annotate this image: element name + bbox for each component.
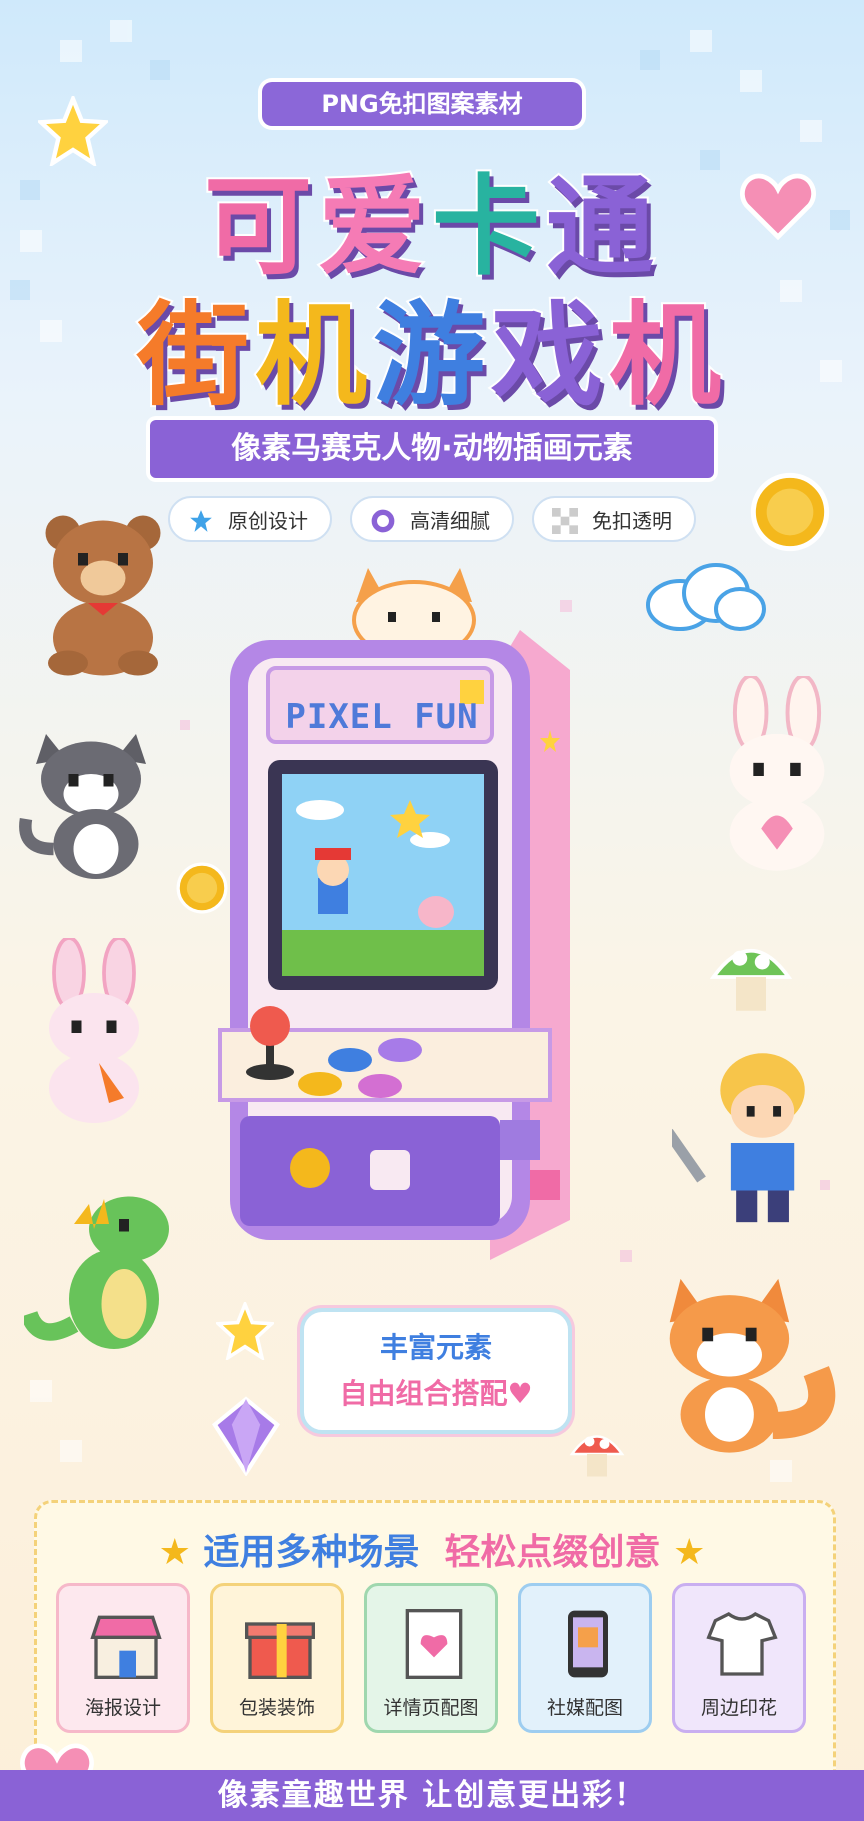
scene-label: 社媒配图 xyxy=(546,1697,623,1719)
checker-icon xyxy=(552,508,578,534)
scene-card-packaging: 包装装饰 xyxy=(210,1583,344,1733)
title-char: 街 xyxy=(135,289,255,423)
notebook-icon xyxy=(405,1609,463,1679)
arcade-marquee: PIXEL FUN xyxy=(285,697,479,737)
feature-label: 免扣透明 xyxy=(592,509,672,533)
title-char: 机 xyxy=(607,289,727,423)
scenes-title-right: 轻松点缀创意 xyxy=(444,1532,661,1573)
title-line-2: 街机游戏机 xyxy=(0,265,864,427)
footer-banner: 像素童趣世界 让创意更出彩！ xyxy=(0,1770,864,1821)
green-mushroom-icon xyxy=(709,949,793,1011)
scene-card-detail: 详情页配图 xyxy=(364,1583,498,1733)
grey-cat-sprite xyxy=(19,734,146,879)
scenes-title: ★ 适用多种场景 轻松点缀创意 ★ xyxy=(0,1523,864,1575)
red-mushroom-icon xyxy=(569,1435,625,1477)
subtitle-banner: 像素马赛克人物·动物插画元素 xyxy=(150,420,714,478)
star-icon: ★ xyxy=(660,1532,706,1573)
bubble-line-2: 自由组合搭配♥ xyxy=(339,1377,533,1410)
scene-label: 周边印花 xyxy=(700,1697,777,1719)
png-tag: PNG免扣图案素材 xyxy=(262,82,582,126)
arcade-cabinet xyxy=(218,568,570,1260)
scene-card-merch: 周边印花 xyxy=(672,1583,806,1733)
gem-icon xyxy=(212,1396,280,1476)
phone-icon xyxy=(568,1610,608,1678)
star-icon xyxy=(38,96,108,166)
scene-card-social: 社媒配图 xyxy=(518,1583,652,1733)
dinosaur-sprite xyxy=(24,1196,169,1349)
title-char: 机 xyxy=(253,289,373,423)
feature-transparent: 免扣透明 xyxy=(532,496,696,542)
coin-icon xyxy=(750,472,830,552)
star-icon xyxy=(190,510,212,532)
boy-sword-sprite xyxy=(672,1053,805,1223)
feature-hd: 高清细腻 xyxy=(350,496,514,542)
heart-icon xyxy=(740,173,816,240)
scene-label: 海报设计 xyxy=(84,1697,161,1719)
feature-label: 高清细腻 xyxy=(410,509,490,533)
star-icon xyxy=(216,1302,274,1360)
scene-card-poster: 海报设计 xyxy=(56,1583,190,1733)
teddy-bear-sprite xyxy=(45,515,161,676)
gift-icon xyxy=(245,1622,315,1679)
fox-sprite xyxy=(669,1278,836,1453)
speech-bubble: 丰富元素 自由组合搭配♥ xyxy=(300,1308,572,1434)
scenes-title-left: 适用多种场景 xyxy=(203,1532,420,1573)
shop-icon xyxy=(90,1615,162,1679)
star-icon: ★ xyxy=(158,1532,204,1573)
pink-bunny-sprite xyxy=(49,938,139,1123)
feature-label: 原创设计 xyxy=(228,509,308,533)
ring-icon xyxy=(371,509,395,533)
feature-original: 原创设计 xyxy=(168,496,332,542)
title-char: 游 xyxy=(371,289,491,423)
bubble-line-1: 丰富元素 xyxy=(379,1331,492,1364)
white-bunny-sprite xyxy=(729,676,825,871)
scene-label: 包装装饰 xyxy=(238,1697,315,1719)
title-char: 戏 xyxy=(489,289,609,423)
scene-label: 详情页配图 xyxy=(383,1697,479,1719)
tshirt-icon xyxy=(706,1612,778,1676)
